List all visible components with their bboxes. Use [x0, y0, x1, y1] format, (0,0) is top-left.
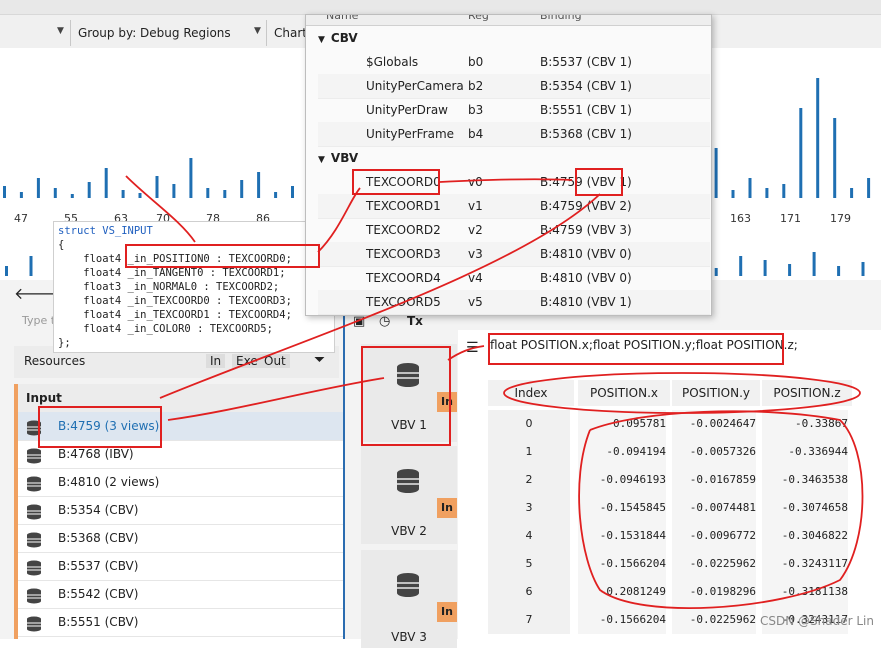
watermark: CSDN @Shader Lin	[760, 614, 874, 628]
annotation-arrows	[125, 175, 864, 610]
